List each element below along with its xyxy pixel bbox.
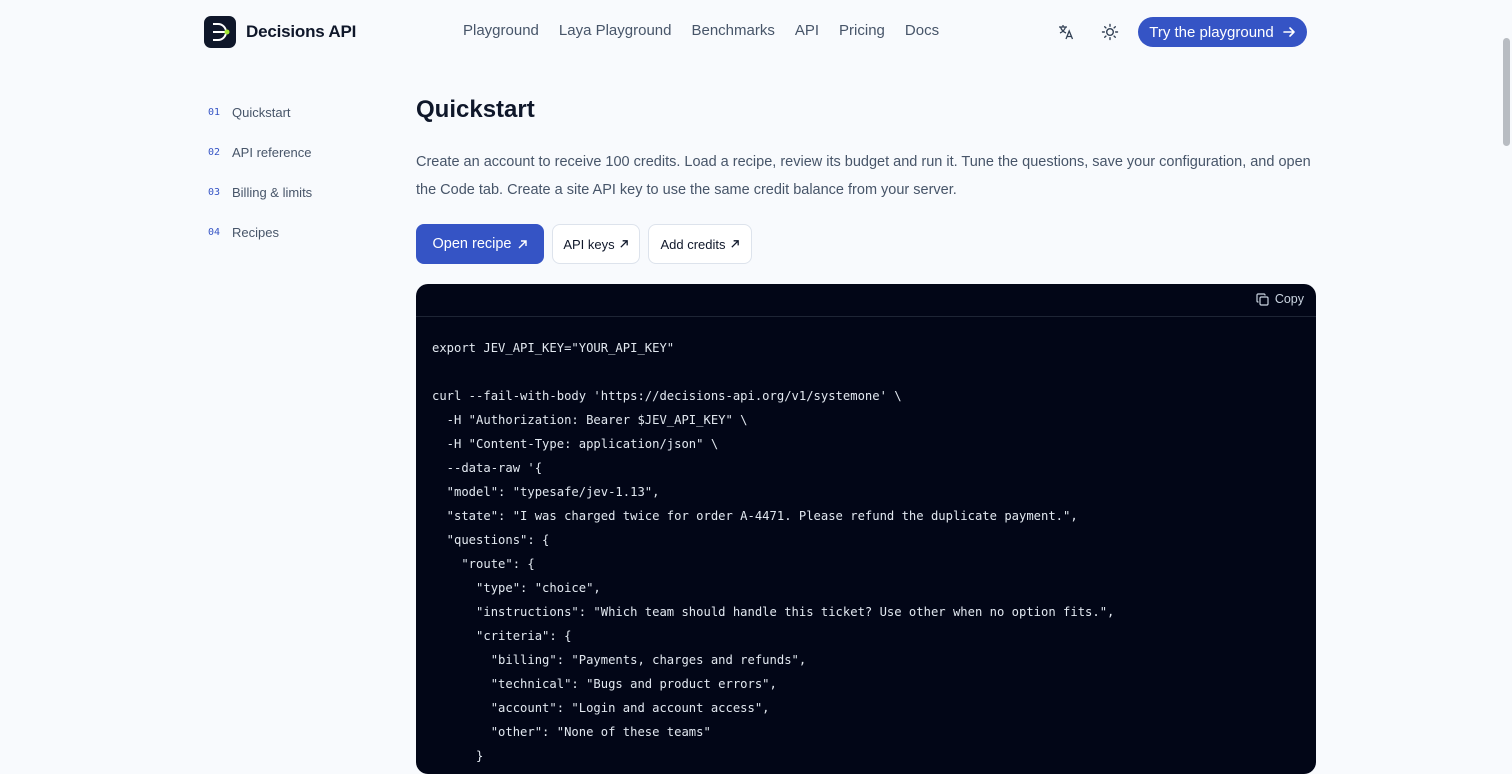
add-credits-label: Add credits	[660, 236, 726, 252]
docs-sidebar: 01 Quickstart 02 API reference 03 Billin…	[208, 102, 312, 262]
brand-name: Decisions API	[246, 22, 357, 41]
nav-api[interactable]: API	[795, 22, 819, 39]
sidebar-item-label: Recipes	[232, 224, 279, 240]
nav-pricing[interactable]: Pricing	[839, 22, 885, 39]
copy-label: Copy	[1274, 292, 1304, 306]
code-block-header: Copy	[416, 284, 1316, 317]
try-playground-label: Try the playground	[1149, 23, 1274, 41]
try-playground-button[interactable]: Try the playground	[1138, 17, 1307, 47]
page-scrollbar[interactable]	[1500, 0, 1512, 756]
arrow-right-icon	[1282, 27, 1295, 37]
nav-benchmarks[interactable]: Benchmarks	[691, 22, 774, 39]
copy-icon	[1256, 292, 1269, 306]
sidebar-item-billing-limits[interactable]: 03 Billing & limits	[208, 182, 312, 202]
nav-docs[interactable]: Docs	[905, 22, 939, 39]
sidebar-item-label: Billing & limits	[232, 184, 313, 200]
sidebar-item-label: Quickstart	[232, 104, 291, 120]
open-recipe-button[interactable]: Open recipe	[416, 224, 544, 264]
api-keys-button[interactable]: API keys	[552, 224, 640, 264]
sidebar-item-recipes[interactable]: 04 Recipes	[208, 222, 312, 242]
page-title: Quickstart	[416, 96, 535, 123]
open-recipe-label: Open recipe	[432, 236, 512, 252]
sidebar-item-number: 01	[208, 106, 221, 118]
api-keys-label: API keys	[563, 236, 615, 252]
top-header: Decisions API Playground Laya Playground…	[0, 0, 1512, 64]
nav-laya-playground[interactable]: Laya Playground	[559, 22, 672, 39]
sidebar-item-number: 03	[208, 186, 221, 198]
nav-playground[interactable]: Playground	[463, 22, 539, 39]
scrollbar-thumb[interactable]	[1503, 38, 1510, 146]
brand-link[interactable]: Decisions API	[204, 16, 356, 48]
sidebar-item-number: 04	[208, 226, 221, 238]
sidebar-item-label: API reference	[232, 144, 312, 160]
code-block: Copy export JEV_API_KEY="YOUR_API_KEY" c…	[416, 284, 1316, 774]
logo-icon	[204, 16, 236, 48]
sidebar-item-quickstart[interactable]: 01 Quickstart	[208, 102, 312, 122]
copy-button[interactable]: Copy	[1256, 292, 1304, 306]
external-link-icon	[620, 240, 628, 248]
main-nav: Playground Laya Playground Benchmarks AP…	[463, 22, 939, 39]
sun-icon[interactable]	[1099, 21, 1121, 43]
add-credits-button[interactable]: Add credits	[648, 224, 752, 264]
sidebar-item-number: 02	[208, 146, 221, 158]
code-content: export JEV_API_KEY="YOUR_API_KEY" curl -…	[432, 341, 1115, 763]
sidebar-item-api-reference[interactable]: 02 API reference	[208, 142, 312, 162]
intro-paragraph: Create an account to receive 100 credits…	[416, 154, 1311, 198]
external-link-icon	[730, 240, 739, 248]
translate-icon[interactable]	[1055, 21, 1077, 43]
external-link-icon	[518, 239, 527, 248]
